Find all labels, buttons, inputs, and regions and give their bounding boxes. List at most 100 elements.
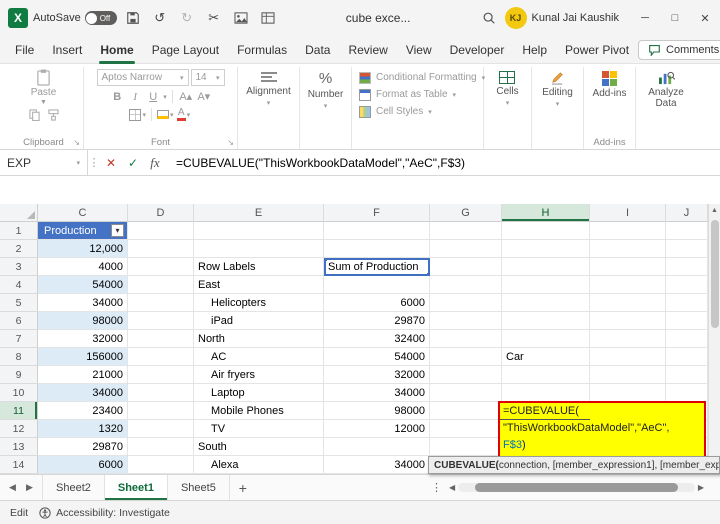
cell-F9[interactable]: 32000 [324,366,430,384]
cell-E10[interactable]: Laptop [194,384,324,402]
copy-icon[interactable] [28,109,40,124]
cell-G3[interactable] [430,258,502,276]
menu-tab-power-pivot[interactable]: Power Pivot [556,36,638,64]
cancel-entry-icon[interactable]: ✕ [100,150,122,175]
production-filter-icon[interactable]: ▾ [111,224,124,237]
save-icon[interactable] [122,7,144,29]
menu-tab-data[interactable]: Data [296,36,339,64]
menu-tab-formulas[interactable]: Formulas [228,36,296,64]
avatar[interactable]: KJ [504,7,527,29]
menu-tab-view[interactable]: View [397,36,441,64]
cell-J4[interactable] [666,276,708,294]
cell-G9[interactable] [430,366,502,384]
minimize-button[interactable]: ─ [630,0,660,36]
cell-J1[interactable] [666,222,708,240]
cell-F4[interactable] [324,276,430,294]
cell-C10[interactable]: 34000 [38,384,128,402]
horizontal-scrollbar[interactable]: ◀ ▶ [449,483,704,492]
cell-C12[interactable]: 1320 [38,420,128,438]
cell-D4[interactable] [128,276,194,294]
cell-F13[interactable] [324,438,430,456]
format-painter-icon[interactable] [47,109,59,124]
column-header-G[interactable]: G [430,204,502,222]
cell-H1[interactable] [502,222,590,240]
cut-icon[interactable]: ✂ [203,7,225,29]
cell-E4[interactable]: East [194,276,324,294]
cell-D3[interactable] [128,258,194,276]
cell-F6[interactable]: 29870 [324,312,430,330]
formula-bar-kebab-icon[interactable]: ⋮ [88,156,100,169]
cell-G1[interactable] [430,222,502,240]
cell-J9[interactable] [666,366,708,384]
cell-E9[interactable]: Air fryers [194,366,324,384]
sheet-nav-left-icon[interactable]: ◀ [4,482,21,493]
column-header-F[interactable]: F [324,204,430,222]
formula-input[interactable]: =CUBEVALUE("ThisWorkbookDataModel","AeC"… [166,156,720,170]
cell-F7[interactable]: 32400 [324,330,430,348]
redo-icon[interactable]: ↻ [176,7,198,29]
cell-F8[interactable]: 54000 [324,348,430,366]
row-header-10[interactable]: 10 [0,384,38,402]
cell-G12[interactable] [430,420,502,438]
number-button[interactable]: % Number ▾ [308,69,344,111]
analyze-data-button[interactable]: Analyze Data [640,69,692,109]
borders-button[interactable]: ▾ [129,107,146,122]
add-ins-button[interactable]: Add-ins [593,69,626,99]
column-header-C[interactable]: C [38,204,128,222]
row-header-9[interactable]: 9 [0,366,38,384]
menu-tab-file[interactable]: File [6,36,43,64]
editing-button[interactable]: Editing ▾ [542,69,573,108]
cell-D11[interactable] [128,402,194,420]
underline-button[interactable]: U [145,89,161,104]
decrease-font-button[interactable]: A▾ [196,89,212,104]
cell-C6[interactable]: 98000 [38,312,128,330]
cell-E1[interactable] [194,222,324,240]
underline-dropdown-icon[interactable]: ▾ [163,93,167,101]
conditional-formatting-button[interactable]: Conditional Formatting ▾ [359,69,485,86]
column-header-J[interactable]: J [666,204,708,222]
cell-G7[interactable] [430,330,502,348]
close-button[interactable]: ✕ [690,0,720,36]
cell-J7[interactable] [666,330,708,348]
cell-C14[interactable]: 6000 [38,456,128,474]
row-header-12[interactable]: 12 [0,420,38,438]
cell-J6[interactable] [666,312,708,330]
row-header-3[interactable]: 3 [0,258,38,276]
menu-tab-home[interactable]: Home [91,36,142,64]
paste-button[interactable]: Paste ▼ [31,69,56,106]
sheet-bar-kebab-icon[interactable]: ⋮ [424,481,449,494]
cell-D5[interactable] [128,294,194,312]
cell-I10[interactable] [590,384,666,402]
cell-H5[interactable] [502,294,590,312]
row-header-6[interactable]: 6 [0,312,38,330]
row-header-7[interactable]: 7 [0,330,38,348]
cell-C8[interactable]: 156000 [38,348,128,366]
cell-J5[interactable] [666,294,708,312]
menu-tab-review[interactable]: Review [339,36,396,64]
cell-I1[interactable] [590,222,666,240]
cell-D12[interactable] [128,420,194,438]
cell-H10[interactable] [502,384,590,402]
row-header-13[interactable]: 13 [0,438,38,456]
cell-C2[interactable]: 12,000 [38,240,128,258]
confirm-entry-icon[interactable]: ✓ [122,150,144,175]
cell-E6[interactable]: iPad [194,312,324,330]
cell-E8[interactable]: AC [194,348,324,366]
cell-D10[interactable] [128,384,194,402]
cell-E12[interactable]: TV [194,420,324,438]
cell-F5[interactable]: 6000 [324,294,430,312]
row-header-11[interactable]: 11 [0,402,38,420]
cell-C9[interactable]: 21000 [38,366,128,384]
cell-D9[interactable] [128,366,194,384]
cell-C13[interactable]: 29870 [38,438,128,456]
row-header-14[interactable]: 14 [0,456,38,474]
paste-dropdown-icon[interactable]: ▼ [40,99,47,106]
cell-I4[interactable] [590,276,666,294]
fill-color-button[interactable]: ▾ [157,107,174,122]
cell-I8[interactable] [590,348,666,366]
cell-G11[interactable] [430,402,502,420]
cell-J2[interactable] [666,240,708,258]
row-header-2[interactable]: 2 [0,240,38,258]
cell-C4[interactable]: 54000 [38,276,128,294]
formula-edit-overlay[interactable]: =CUBEVALUE( "ThisWorkbookDataModel","AeC… [498,401,706,458]
